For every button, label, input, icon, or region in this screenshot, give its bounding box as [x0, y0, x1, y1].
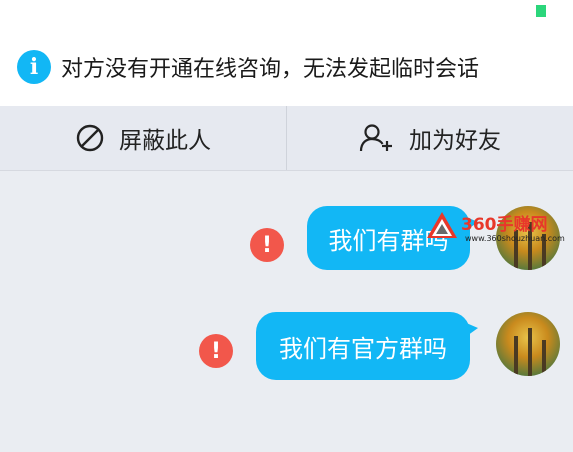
action-bar: 屏蔽此人 加为好友 — [0, 106, 573, 171]
avatar[interactable] — [496, 312, 560, 376]
message-row: ! 我们有官方群吗 — [0, 312, 573, 382]
info-icon: i — [17, 50, 51, 84]
block-user-button[interactable]: 屏蔽此人 — [0, 106, 286, 170]
watermark: 360手赚网 www.360shouzhuan.com — [425, 208, 573, 248]
message-text: 我们有官方群吗 — [279, 334, 447, 363]
status-indicator — [536, 5, 546, 17]
notice-message: i 对方没有开通在线咨询，无法发起临时会话 — [17, 50, 479, 84]
watermark-logo-icon — [427, 212, 457, 238]
add-friend-label: 加为好友 — [409, 128, 501, 154]
block-icon — [76, 124, 104, 152]
block-user-label: 屏蔽此人 — [119, 128, 211, 154]
send-failed-icon[interactable]: ! — [199, 334, 233, 368]
message-bubble[interactable]: 我们有官方群吗 — [256, 312, 478, 380]
watermark-url: www.360shouzhuan.com — [465, 234, 565, 243]
notice-bar: i 对方没有开通在线咨询，无法发起临时会话 — [0, 0, 573, 106]
add-friend-icon — [359, 124, 392, 152]
add-friend-button[interactable]: 加为好友 — [286, 106, 573, 170]
notice-text: 对方没有开通在线咨询，无法发起临时会话 — [61, 57, 480, 82]
watermark-title: 360手赚网 — [461, 215, 548, 235]
send-failed-icon[interactable]: ! — [250, 228, 284, 262]
